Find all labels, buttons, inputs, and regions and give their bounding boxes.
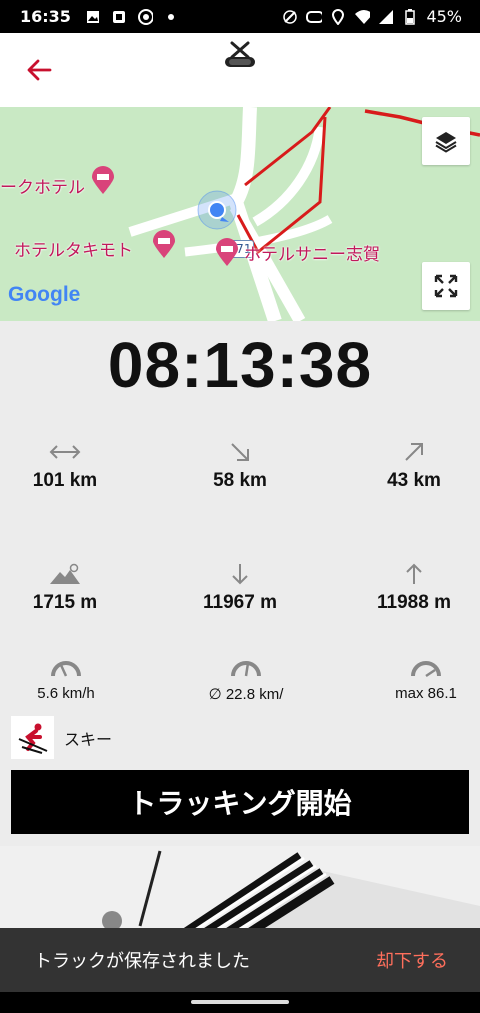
- location-icon: [330, 8, 346, 25]
- clipboard-icon: [111, 9, 127, 25]
- stat-value: 101 km: [32, 470, 98, 491]
- promo-banner[interactable]: [0, 846, 480, 936]
- map-layers-button[interactable]: [422, 117, 470, 165]
- wifi-calling-icon: [137, 8, 153, 25]
- snackbar-message: トラックが保存されました: [34, 951, 250, 972]
- max-speed-gauge-icon: [411, 661, 441, 678]
- avg-speed-gauge-icon: [231, 661, 261, 677]
- dot-icon: [163, 9, 179, 25]
- stat-value: 58 km: [213, 470, 267, 491]
- elapsed-timer: 08:13:38: [107, 329, 373, 401]
- start-tracking-button[interactable]: トラッキング開始: [11, 770, 469, 834]
- fullscreen-icon: [434, 274, 458, 298]
- uphill-distance-icon: [405, 443, 423, 461]
- stat-value: 43 km: [387, 470, 441, 491]
- back-button[interactable]: [22, 53, 56, 87]
- ski-goggles-logo-icon: [220, 37, 260, 77]
- map-fullscreen-button[interactable]: [422, 262, 470, 310]
- arrow-left-icon: [27, 59, 52, 81]
- hotel-label-3[interactable]: ホテルサニー志賀: [244, 240, 380, 265]
- google-attribution: Google: [8, 283, 80, 307]
- google-logo-text: Google: [8, 283, 81, 306]
- stat-downhill-distance: 58 km: [160, 440, 320, 492]
- stat-descent: 11967 m: [160, 562, 320, 614]
- stat-uphill-distance: 43 km: [334, 440, 480, 492]
- distance-icon: [49, 445, 81, 459]
- speed-gauge-icon: [51, 661, 81, 677]
- gamepad-icon: [306, 9, 323, 25]
- downhill-distance-icon: [231, 443, 249, 461]
- stat-value: ∅ 22.8 km/: [208, 686, 284, 703]
- wifi-icon: [354, 9, 371, 25]
- stat-ascent: 11988 m: [334, 562, 480, 614]
- snackbar: トラックが保存されました 却下する: [0, 928, 480, 992]
- signal-icon: [378, 9, 394, 25]
- hotel-label-2[interactable]: ホテルタキモト: [14, 236, 133, 261]
- app-header: [0, 33, 480, 107]
- battery-icon: [402, 8, 418, 25]
- hotel-label-1[interactable]: ークホテル: [0, 173, 85, 198]
- activity-label: スキー: [64, 729, 113, 749]
- hotel-pin-icon[interactable]: [151, 229, 177, 259]
- image-icon: [85, 9, 101, 25]
- skier-icon: [11, 716, 54, 759]
- altitude-icon: [50, 563, 80, 584]
- nfc-icon: [282, 9, 298, 25]
- ski-image: [0, 846, 480, 936]
- layers-icon: [435, 132, 457, 153]
- map[interactable]: 471 ークホテル ホテルタキモト ホテルサニー志賀 Google: [0, 107, 480, 321]
- stat-value: max 86.1: [395, 685, 457, 702]
- stat-value: 5.6 km/h: [37, 685, 95, 702]
- stat-max-speed: max 86.1: [346, 655, 480, 702]
- ascent-icon: [406, 563, 422, 584]
- hotel-pin-icon[interactable]: [214, 237, 240, 267]
- activity-selector[interactable]: スキー: [11, 716, 112, 759]
- stat-altitude: 1715 m: [0, 562, 145, 614]
- stat-value: 1715 m: [32, 592, 98, 613]
- system-nav-bar: [0, 992, 480, 1013]
- status-bar: 16:35 45%: [0, 0, 480, 33]
- home-handle[interactable]: [191, 1000, 289, 1004]
- status-time: 16:35: [20, 7, 71, 26]
- stat-average-speed: ∅ 22.8 km/: [166, 655, 326, 703]
- stat-value: 11967 m: [203, 592, 277, 613]
- stat-value: 11988 m: [377, 592, 451, 613]
- hotel-pin-icon[interactable]: [90, 165, 116, 195]
- battery-percent: 45%: [426, 7, 462, 26]
- stat-total-distance: 101 km: [0, 440, 145, 492]
- snackbar-dismiss-button[interactable]: 却下する: [376, 947, 448, 973]
- stat-current-speed: 5.6 km/h: [0, 655, 146, 702]
- descent-icon: [232, 564, 248, 585]
